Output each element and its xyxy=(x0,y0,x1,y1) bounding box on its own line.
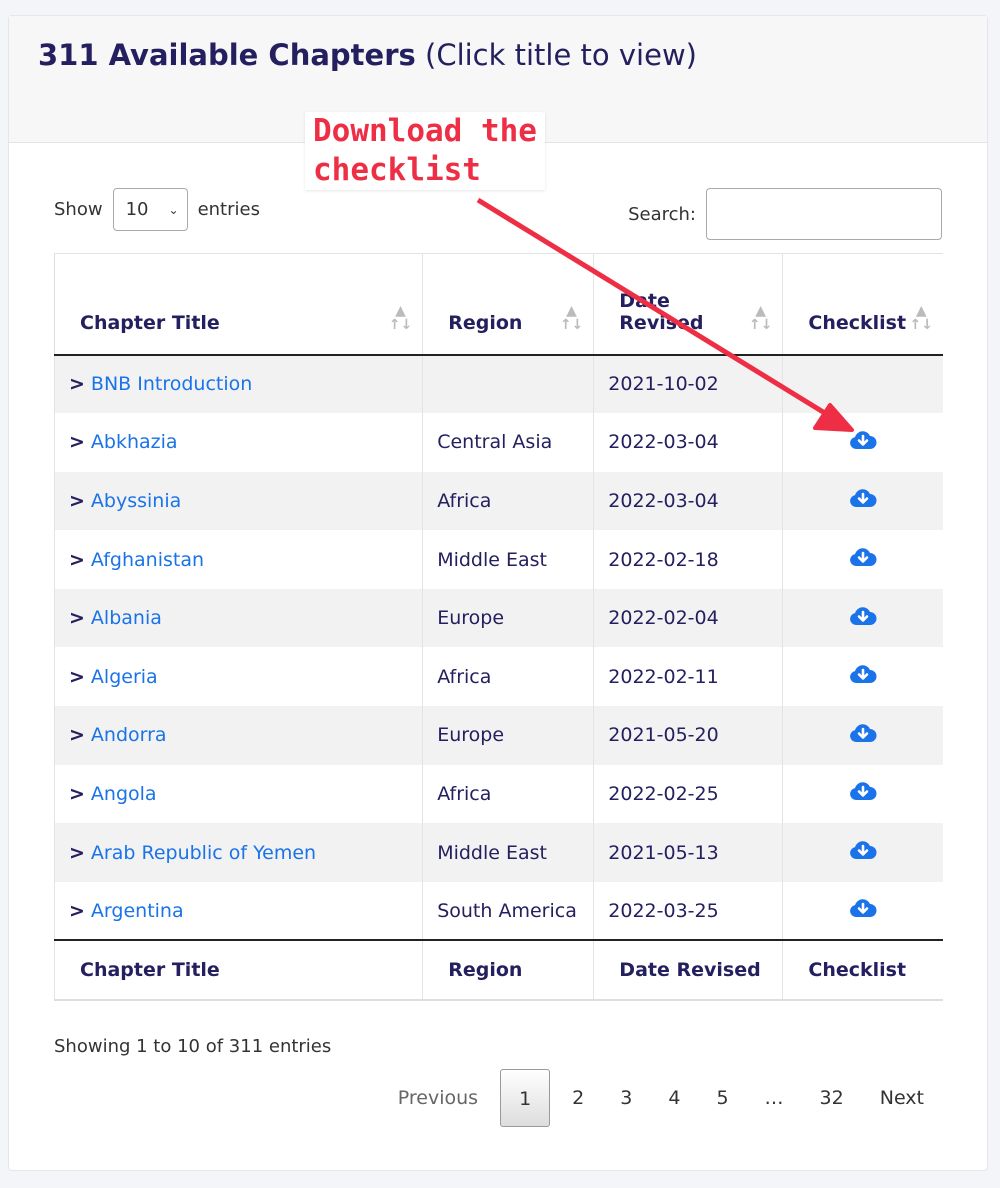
annotation-arrow xyxy=(476,197,854,432)
